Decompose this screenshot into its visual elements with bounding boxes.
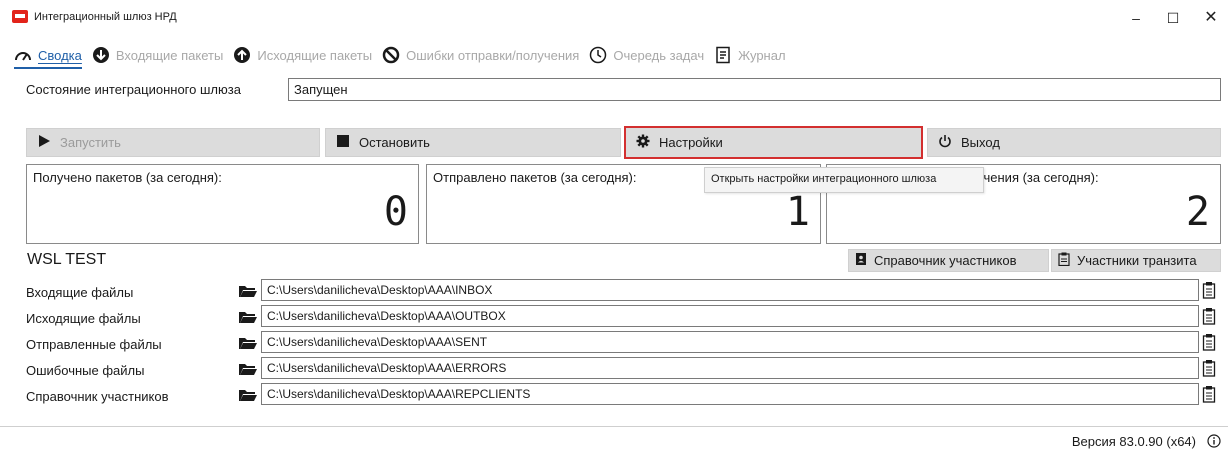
start-button[interactable]: Запустить [26,128,320,157]
profile-name: WSL TEST [27,251,107,268]
transit-participants-label: Участники транзита [1077,253,1197,268]
path-row-errors: Ошибочные файлы C:\Users\danilicheva\Des… [0,357,1228,381]
clipboard-icon[interactable] [1202,333,1216,351]
transit-participants-button[interactable]: Участники транзита [1051,249,1221,272]
address-book-icon [855,252,867,269]
gear-icon [636,134,650,151]
path-label: Справочник участников [26,389,169,404]
info-icon[interactable] [1207,434,1221,448]
gateway-status-field: Запущен [288,78,1221,101]
errors-counter-label: учения (за сегодня): [977,170,1099,185]
path-row-outbox: Исходящие файлы C:\Users\danilicheva\Des… [0,305,1228,329]
folder-open-icon[interactable] [238,283,258,299]
path-field[interactable]: C:\Users\danilicheva\Desktop\AAA\INBOX [261,279,1199,301]
path-label: Отправленные файлы [26,337,162,352]
tab-label: Входящие пакеты [115,47,224,63]
footer-divider [0,426,1228,427]
tab-label: Очередь задач [613,47,705,63]
received-counter-panel: Получено пакетов (за сегодня): 0 [26,164,419,244]
tab-label: Журнал [738,47,786,63]
tab-outgoing[interactable]: Исходящие пакеты [233,44,372,66]
exit-button[interactable]: Выход [927,128,1221,157]
minimize-button[interactable]: – [1121,6,1151,30]
path-field[interactable]: C:\Users\danilicheva\Desktop\AAA\SENT [261,331,1199,353]
title-bar: Интеграционный шлюз НРД – ☐ ✕ [0,0,1228,36]
close-button[interactable]: ✕ [1196,6,1226,30]
clipboard-icon[interactable] [1202,385,1216,403]
path-row-repclients: Справочник участников C:\Users\daniliche… [0,383,1228,407]
participants-directory-button[interactable]: Справочник участников [848,249,1049,272]
clock-icon [589,46,607,64]
stop-button-label: Остановить [359,135,430,150]
tab-summary[interactable]: Сводка [14,44,82,69]
document-icon [714,46,732,64]
path-label: Ошибочные файлы [26,363,145,378]
stop-icon [336,134,350,151]
folder-open-icon[interactable] [238,335,258,351]
path-field[interactable]: C:\Users\danilicheva\Desktop\AAA\ERRORS [261,357,1199,379]
app-logo-icon [12,10,28,23]
tab-errors[interactable]: Ошибки отправки/получения [382,44,579,66]
path-label: Исходящие файлы [26,311,141,326]
tab-bar: Сводка Входящие пакеты Исходящие пакеты … [14,44,796,69]
clipboard-icon[interactable] [1202,281,1216,299]
settings-button[interactable]: Настройки [624,126,923,159]
exit-button-label: Выход [961,135,1000,150]
tab-incoming[interactable]: Входящие пакеты [92,44,223,66]
gateway-status-label: Состояние интеграционного шлюза [26,82,241,97]
tab-label: Сводка [38,47,82,63]
settings-tooltip: Открыть настройки интеграционного шлюза [704,167,984,193]
ban-icon [382,46,400,64]
received-counter-value: 0 [383,189,408,235]
version-label: Версия 83.0.90 (x64) [1071,434,1196,449]
maximize-button[interactable]: ☐ [1158,6,1188,30]
window-title: Интеграционный шлюз НРД [34,11,177,23]
path-row-sent: Отправленные файлы C:\Users\danilicheva\… [0,331,1228,355]
gauge-icon [14,46,32,64]
folder-open-icon[interactable] [238,387,258,403]
tab-queue[interactable]: Очередь задач [589,44,704,66]
path-label: Входящие файлы [26,285,134,300]
clipboard-icon [1058,252,1070,269]
folder-open-icon[interactable] [238,309,258,325]
stop-button[interactable]: Остановить [325,128,621,157]
received-counter-label: Получено пакетов (за сегодня): [33,170,222,185]
start-button-label: Запустить [60,135,121,150]
tab-journal[interactable]: Журнал [714,44,786,66]
path-field[interactable]: C:\Users\danilicheva\Desktop\AAA\OUTBOX [261,305,1199,327]
clipboard-icon[interactable] [1202,359,1216,377]
power-icon [938,134,952,151]
participants-directory-label: Справочник участников [874,253,1017,268]
tab-label: Исходящие пакеты [257,47,373,63]
clipboard-icon[interactable] [1202,307,1216,325]
path-field[interactable]: C:\Users\danilicheva\Desktop\AAA\REPCLIE… [261,383,1199,405]
sent-counter-value: 1 [785,189,810,235]
sent-counter-label: Отправлено пакетов (за сегодня): [433,170,637,185]
arrow-up-circle-icon [233,46,251,64]
path-row-inbox: Входящие файлы C:\Users\danilicheva\Desk… [0,279,1228,303]
folder-open-icon[interactable] [238,361,258,377]
arrow-down-circle-icon [92,46,110,64]
errors-counter-value: 2 [1185,189,1210,235]
settings-button-label: Настройки [659,135,723,150]
play-icon [37,134,51,151]
tab-label: Ошибки отправки/получения [406,47,580,63]
